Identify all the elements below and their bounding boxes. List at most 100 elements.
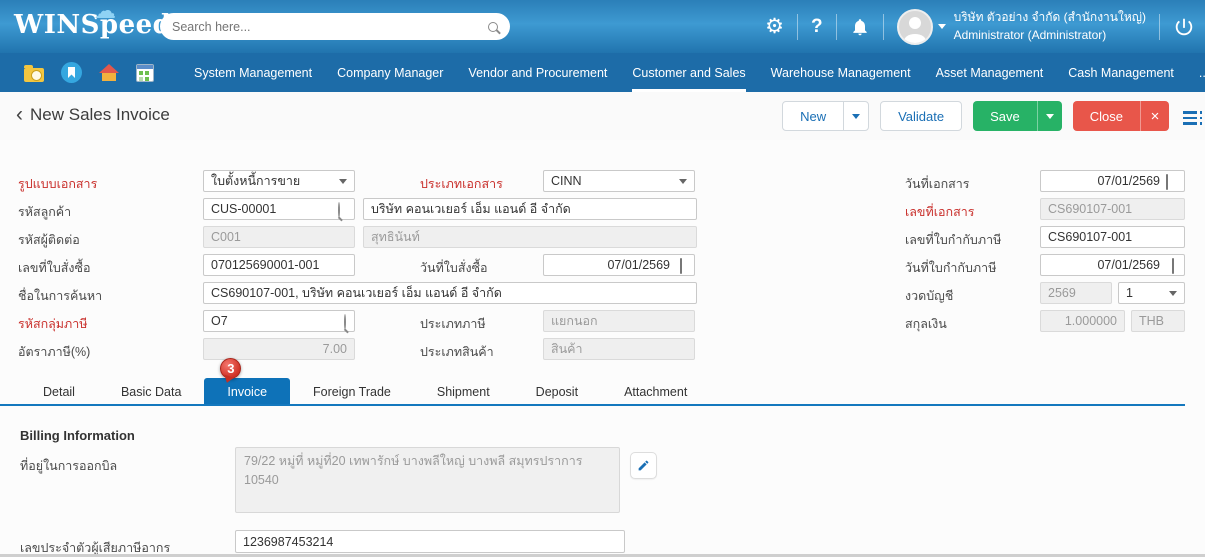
tab-invoice[interactable]: Invoice 3 <box>204 378 290 404</box>
tax-invoice-date-input[interactable] <box>1040 254 1185 276</box>
recent-documents-icon[interactable] <box>24 68 44 82</box>
nav-item-asset-management[interactable]: Asset Management <box>936 53 1044 92</box>
close-button[interactable]: Close <box>1073 101 1169 131</box>
billing-section-heading: Billing Information <box>20 428 135 443</box>
new-dropdown-toggle[interactable] <box>843 102 868 130</box>
home-icon[interactable] <box>99 64 119 82</box>
doc-type-select[interactable]: CINN <box>543 170 695 192</box>
tab-shipment[interactable]: Shipment <box>414 378 513 404</box>
period-no-value: 1 <box>1126 286 1133 300</box>
chevron-down-icon[interactable] <box>938 24 946 29</box>
nav-item-company-manager[interactable]: Company Manager <box>337 53 443 92</box>
billing-address-box: 79/22 หมู่ที่ หมู่ที่20 เทพารักษ์ บางพลี… <box>235 447 620 513</box>
tab-foreign-trade[interactable]: Foreign Trade <box>290 378 414 404</box>
user-info[interactable]: บริษัท ตัวอย่าง จำกัด (สำนักงานใหญ่) Adm… <box>954 9 1146 44</box>
po-no-input[interactable] <box>203 254 355 276</box>
search-name-input[interactable] <box>203 282 697 304</box>
doc-no-input <box>1040 198 1185 220</box>
tab-attachment[interactable]: Attachment <box>601 378 710 404</box>
back-chevron-icon[interactable] <box>16 104 23 125</box>
help-icon[interactable] <box>811 16 823 38</box>
user-role: Administrator (Administrator) <box>954 27 1146 44</box>
customer-name-input[interactable] <box>363 198 697 220</box>
nav-item-cash-management[interactable]: Cash Management <box>1068 53 1174 92</box>
customer-code-input[interactable] <box>203 198 355 220</box>
new-button[interactable]: New <box>782 101 869 131</box>
global-search <box>160 13 510 40</box>
contact-code-label: รหัสผู้ติดต่อ <box>18 230 80 250</box>
period-no-select[interactable]: 1 <box>1118 282 1185 304</box>
cloud-icon: ☁ <box>94 0 116 22</box>
contact-code-input <box>203 226 355 248</box>
currency-code-input <box>1131 310 1185 332</box>
pencil-icon <box>637 459 650 472</box>
tax-id-input[interactable] <box>235 530 625 553</box>
tab-deposit[interactable]: Deposit <box>513 378 601 404</box>
validate-button-label: Validate <box>881 102 961 130</box>
page-toolbar: New Sales Invoice New Validate Save Clos… <box>0 92 1205 140</box>
calendar-icon[interactable] <box>1166 174 1168 190</box>
search-input[interactable] <box>172 20 488 34</box>
tax-group-input[interactable] <box>203 310 355 332</box>
logo-text: WINSpeed <box>14 10 171 40</box>
nav-item-vendor-procurement[interactable]: Vendor and Procurement <box>468 53 607 92</box>
quick-icons <box>24 62 154 83</box>
search-icon[interactable] <box>338 202 340 218</box>
chevron-down-icon <box>852 114 860 119</box>
power-icon[interactable] <box>1173 16 1195 38</box>
avatar[interactable] <box>897 9 933 45</box>
chevron-down-icon <box>1046 114 1054 119</box>
calendar-icon[interactable] <box>680 258 682 274</box>
doc-date-label: วันที่เอกสาร <box>905 174 970 194</box>
new-button-label: New <box>783 102 843 130</box>
validate-button[interactable]: Validate <box>880 101 962 131</box>
contact-name-input <box>363 226 697 248</box>
divider <box>836 14 837 40</box>
chevron-down-icon <box>339 179 347 184</box>
menu-lines-icon[interactable] <box>1183 111 1197 125</box>
calendar-apps-icon[interactable] <box>136 64 154 82</box>
bell-icon[interactable] <box>850 17 870 37</box>
billing-address-label: ที่อยู่ในการออกบิล <box>20 456 117 476</box>
save-button[interactable]: Save <box>973 101 1062 131</box>
tab-basic-data[interactable]: Basic Data <box>98 378 204 404</box>
nav-item-warehouse-management[interactable]: Warehouse Management <box>771 53 911 92</box>
nav-menu: System Management Company Manager Vendor… <box>194 53 1205 92</box>
nav-item-customer-sales[interactable]: Customer and Sales <box>632 53 745 92</box>
form-tabs: Detail Basic Data Invoice 3 Foreign Trad… <box>0 378 1185 406</box>
period-label: งวดบัญชี <box>905 286 953 306</box>
doc-format-value: ใบตั้งหนี้การขาย <box>211 171 300 191</box>
search-icon[interactable] <box>488 22 498 32</box>
calendar-icon[interactable] <box>1172 258 1174 274</box>
close-button-label: Close <box>1073 101 1140 131</box>
close-x-toggle[interactable] <box>1140 101 1169 131</box>
app-header: ☁ WINSpeed บริษัท ตัวอย่าง จำกัด (สำนักง… <box>0 0 1205 53</box>
nav-item-more[interactable]: ... <box>1199 53 1205 92</box>
nav-item-system-management[interactable]: System Management <box>194 53 312 92</box>
po-no-label: เลขที่ใบสั่งซื้อ <box>18 258 90 278</box>
search-icon[interactable] <box>344 314 346 330</box>
bookmark-icon[interactable] <box>61 62 82 83</box>
tax-invoice-no-input[interactable] <box>1040 226 1185 248</box>
po-date-input[interactable] <box>543 254 695 276</box>
po-date-label: วันที่ใบสั่งซื้อ <box>420 258 488 278</box>
winspeed-app-window: ☁ WINSpeed บริษัท ตัวอย่าง จำกัด (สำนักง… <box>0 0 1205 557</box>
close-icon <box>1151 109 1160 124</box>
doc-no-label: เลขที่เอกสาร <box>905 202 974 222</box>
doc-format-select[interactable]: ใบตั้งหนี้การขาย <box>203 170 355 192</box>
chevron-down-icon <box>679 179 687 184</box>
tax-rate-label: อัตราภาษี(%) <box>18 342 90 362</box>
tab-invoice-label: Invoice <box>227 385 267 399</box>
save-dropdown-toggle[interactable] <box>1037 101 1062 131</box>
doc-type-label: ประเภทเอกสาร <box>420 174 503 194</box>
product-type-input <box>543 338 695 360</box>
header-actions: บริษัท ตัวอย่าง จำกัด (สำนักงานใหญ่) Adm… <box>765 0 1195 53</box>
doc-date-input[interactable] <box>1040 170 1185 192</box>
page-title: New Sales Invoice <box>30 105 170 125</box>
gear-icon[interactable] <box>765 16 784 37</box>
tab-detail[interactable]: Detail <box>20 378 98 404</box>
tax-invoice-date-label: วันที่ใบกำกับภาษี <box>905 258 996 278</box>
tax-invoice-no-label: เลขที่ใบกำกับภาษี <box>905 230 1001 250</box>
doc-type-value: CINN <box>551 174 582 188</box>
edit-address-button[interactable] <box>630 452 657 479</box>
